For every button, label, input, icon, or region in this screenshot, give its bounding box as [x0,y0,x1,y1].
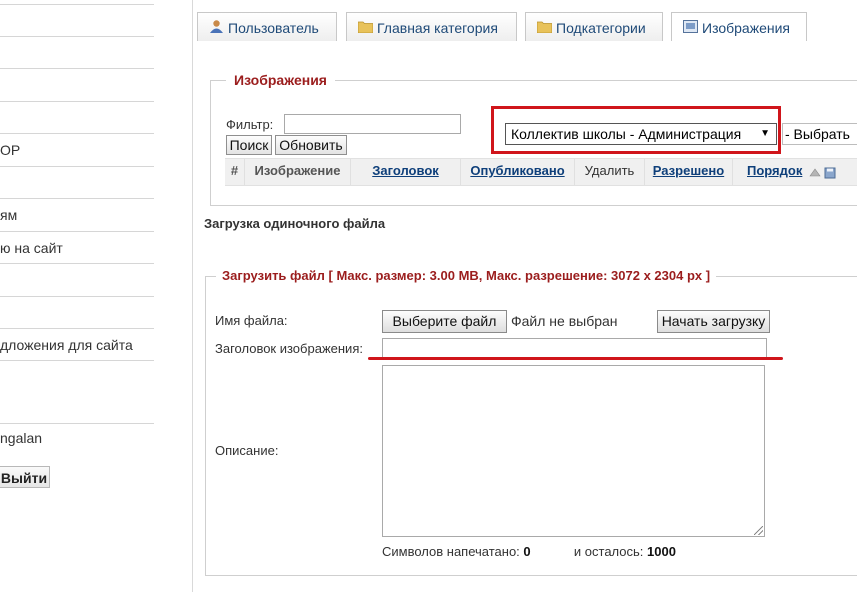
tab-main-category[interactable]: Главная категория [346,12,517,41]
images-legend: Изображения [226,72,335,88]
choose-file-button[interactable]: Выберите файл [382,310,507,333]
sort-icon[interactable] [809,166,821,178]
sidebar-divider [0,198,154,199]
filter-input[interactable] [284,114,461,134]
col-delete: Удалить [575,159,645,185]
sidebar-divider [0,101,154,102]
sidebar-divider [0,4,154,5]
remaining-label: и осталось: [573,544,644,559]
typed-label: Символов напечатано: [382,544,520,559]
description-textarea[interactable] [382,365,765,537]
sidebar-item-op[interactable]: OP [0,142,20,158]
typed-count: 0 [523,544,531,559]
left-sidebar: OP ям ю на сайт дложения для сайта ngala… [0,0,155,592]
sidebar-divider [0,423,154,424]
refresh-button[interactable]: Обновить [275,135,347,155]
tab-label: Пользователь [228,20,319,36]
sidebar-divider [0,166,154,167]
tab-subcategories[interactable]: Подкатегории [525,12,663,41]
logout-button[interactable]: Выйти [0,466,50,488]
sidebar-divider [0,68,154,69]
col-image: Изображение [245,159,351,185]
sidebar-item-site[interactable]: ю на сайт [0,240,63,256]
filename-label: Имя файла: [215,313,288,328]
sidebar-divider [0,231,154,232]
tab-label: Изображения [702,20,790,36]
sidebar-divider [0,133,154,134]
sidebar-divider [0,328,154,329]
folder-icon [358,21,373,33]
sidebar-divider [0,296,154,297]
folder-icon [537,21,552,33]
highlight-box [491,106,781,154]
tab-label: Подкатегории [556,20,646,36]
start-upload-button[interactable]: Начать загрузку [657,310,770,333]
sidebar-item-yam[interactable]: ям [0,207,17,223]
images-table-header: # Изображение Заголовок Опубликовано Уда… [225,158,857,186]
sidebar-divider [0,360,154,361]
col-allowed[interactable]: Разрешено [645,159,733,185]
file-status: Файл не выбран [511,313,618,329]
description-label: Описание: [215,443,279,458]
single-upload-title: Загрузка одиночного файла [204,216,386,231]
resize-grip-icon[interactable] [754,526,763,535]
save-icon[interactable] [824,167,836,179]
vertical-divider [192,0,193,592]
col-number: # [225,159,245,185]
tab-user[interactable]: Пользователь [197,12,337,41]
logged-in-user: ngalan [0,430,43,446]
image-title-input[interactable] [382,338,767,359]
search-button[interactable]: Поиск [226,135,272,155]
char-counter: Символов напечатано: 0 и осталось: 1000 [382,544,676,559]
col-published[interactable]: Опубликовано [461,159,575,185]
sidebar-item-apps[interactable]: дложения для сайта [0,337,133,353]
image-icon [683,20,698,33]
category-select-secondary[interactable]: - Выбрать [782,123,857,145]
upload-legend: Загрузить файл [ Макс. размер: 3.00 MB, … [216,268,717,283]
col-order-label: Порядок [747,163,803,178]
highlight-underline [368,357,783,360]
tab-images[interactable]: Изображения [671,12,807,41]
remaining-count: 1000 [647,544,676,559]
image-title-label: Заголовок изображения: [215,341,363,356]
filter-label: Фильтр: [226,117,274,132]
sidebar-divider [0,36,154,37]
user-icon [210,20,223,33]
col-title[interactable]: Заголовок [351,159,461,185]
sidebar-divider [0,263,154,264]
tab-label: Главная категория [377,20,498,36]
